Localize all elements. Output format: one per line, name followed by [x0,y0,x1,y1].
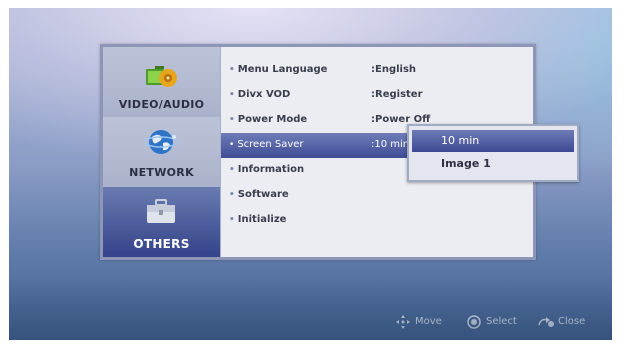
menu-item-value: :Register [371,89,423,100]
category-video-audio[interactable]: VIDEO/AUDIO [103,47,220,118]
screen-saver-dropdown: 10 min Image 1 [407,124,579,182]
hint-label: Close [558,316,586,327]
category-network[interactable]: NETWORK [103,117,220,188]
dropdown-option-10-min[interactable]: 10 min [412,130,574,152]
menu-item-label: Menu Language [229,64,328,75]
network-globe-icon [144,130,178,154]
menu-item-divx-vod[interactable]: Divx VOD :Register [221,83,533,108]
category-others[interactable]: OTHERS [103,187,220,257]
menu-item-label: Software [229,189,289,200]
menu-item-label: Initialize [229,214,287,225]
dropdown-option-label: Image 1 [441,157,491,170]
menu-item-value: :10 min [371,139,410,150]
menu-item-label: Information [229,164,304,175]
close-back-icon [538,317,554,327]
hint-label: Select [486,316,517,327]
category-label: VIDEO/AUDIO [118,98,205,111]
others-briefcase-icon [147,199,175,223]
menu-item-initialize[interactable]: Initialize [221,208,533,233]
dropdown-option-label: 10 min [441,134,480,147]
menu-item-label: Power Mode [229,114,307,125]
hint-label: Move [415,316,442,327]
tv-screen: VIDEO/AUDIO NETWORK OTHERS • Menu Langua… [9,8,612,340]
category-label: OTHERS [133,237,190,251]
menu-item-software[interactable]: Software [221,183,533,208]
category-list: VIDEO/AUDIO NETWORK OTHERS [103,47,220,257]
select-circle-icon [467,315,481,329]
category-label: NETWORK [129,166,194,179]
video-audio-icon [146,66,177,87]
dropdown-option-image-1[interactable]: Image 1 [412,153,574,175]
menu-item-label: Divx VOD [229,89,291,100]
menu-item-value: :English [371,64,417,75]
move-arrows-icon [396,315,410,329]
menu-item-menu-language[interactable]: Menu Language :English [221,58,533,83]
menu-item-label: Screen Saver [229,139,303,150]
